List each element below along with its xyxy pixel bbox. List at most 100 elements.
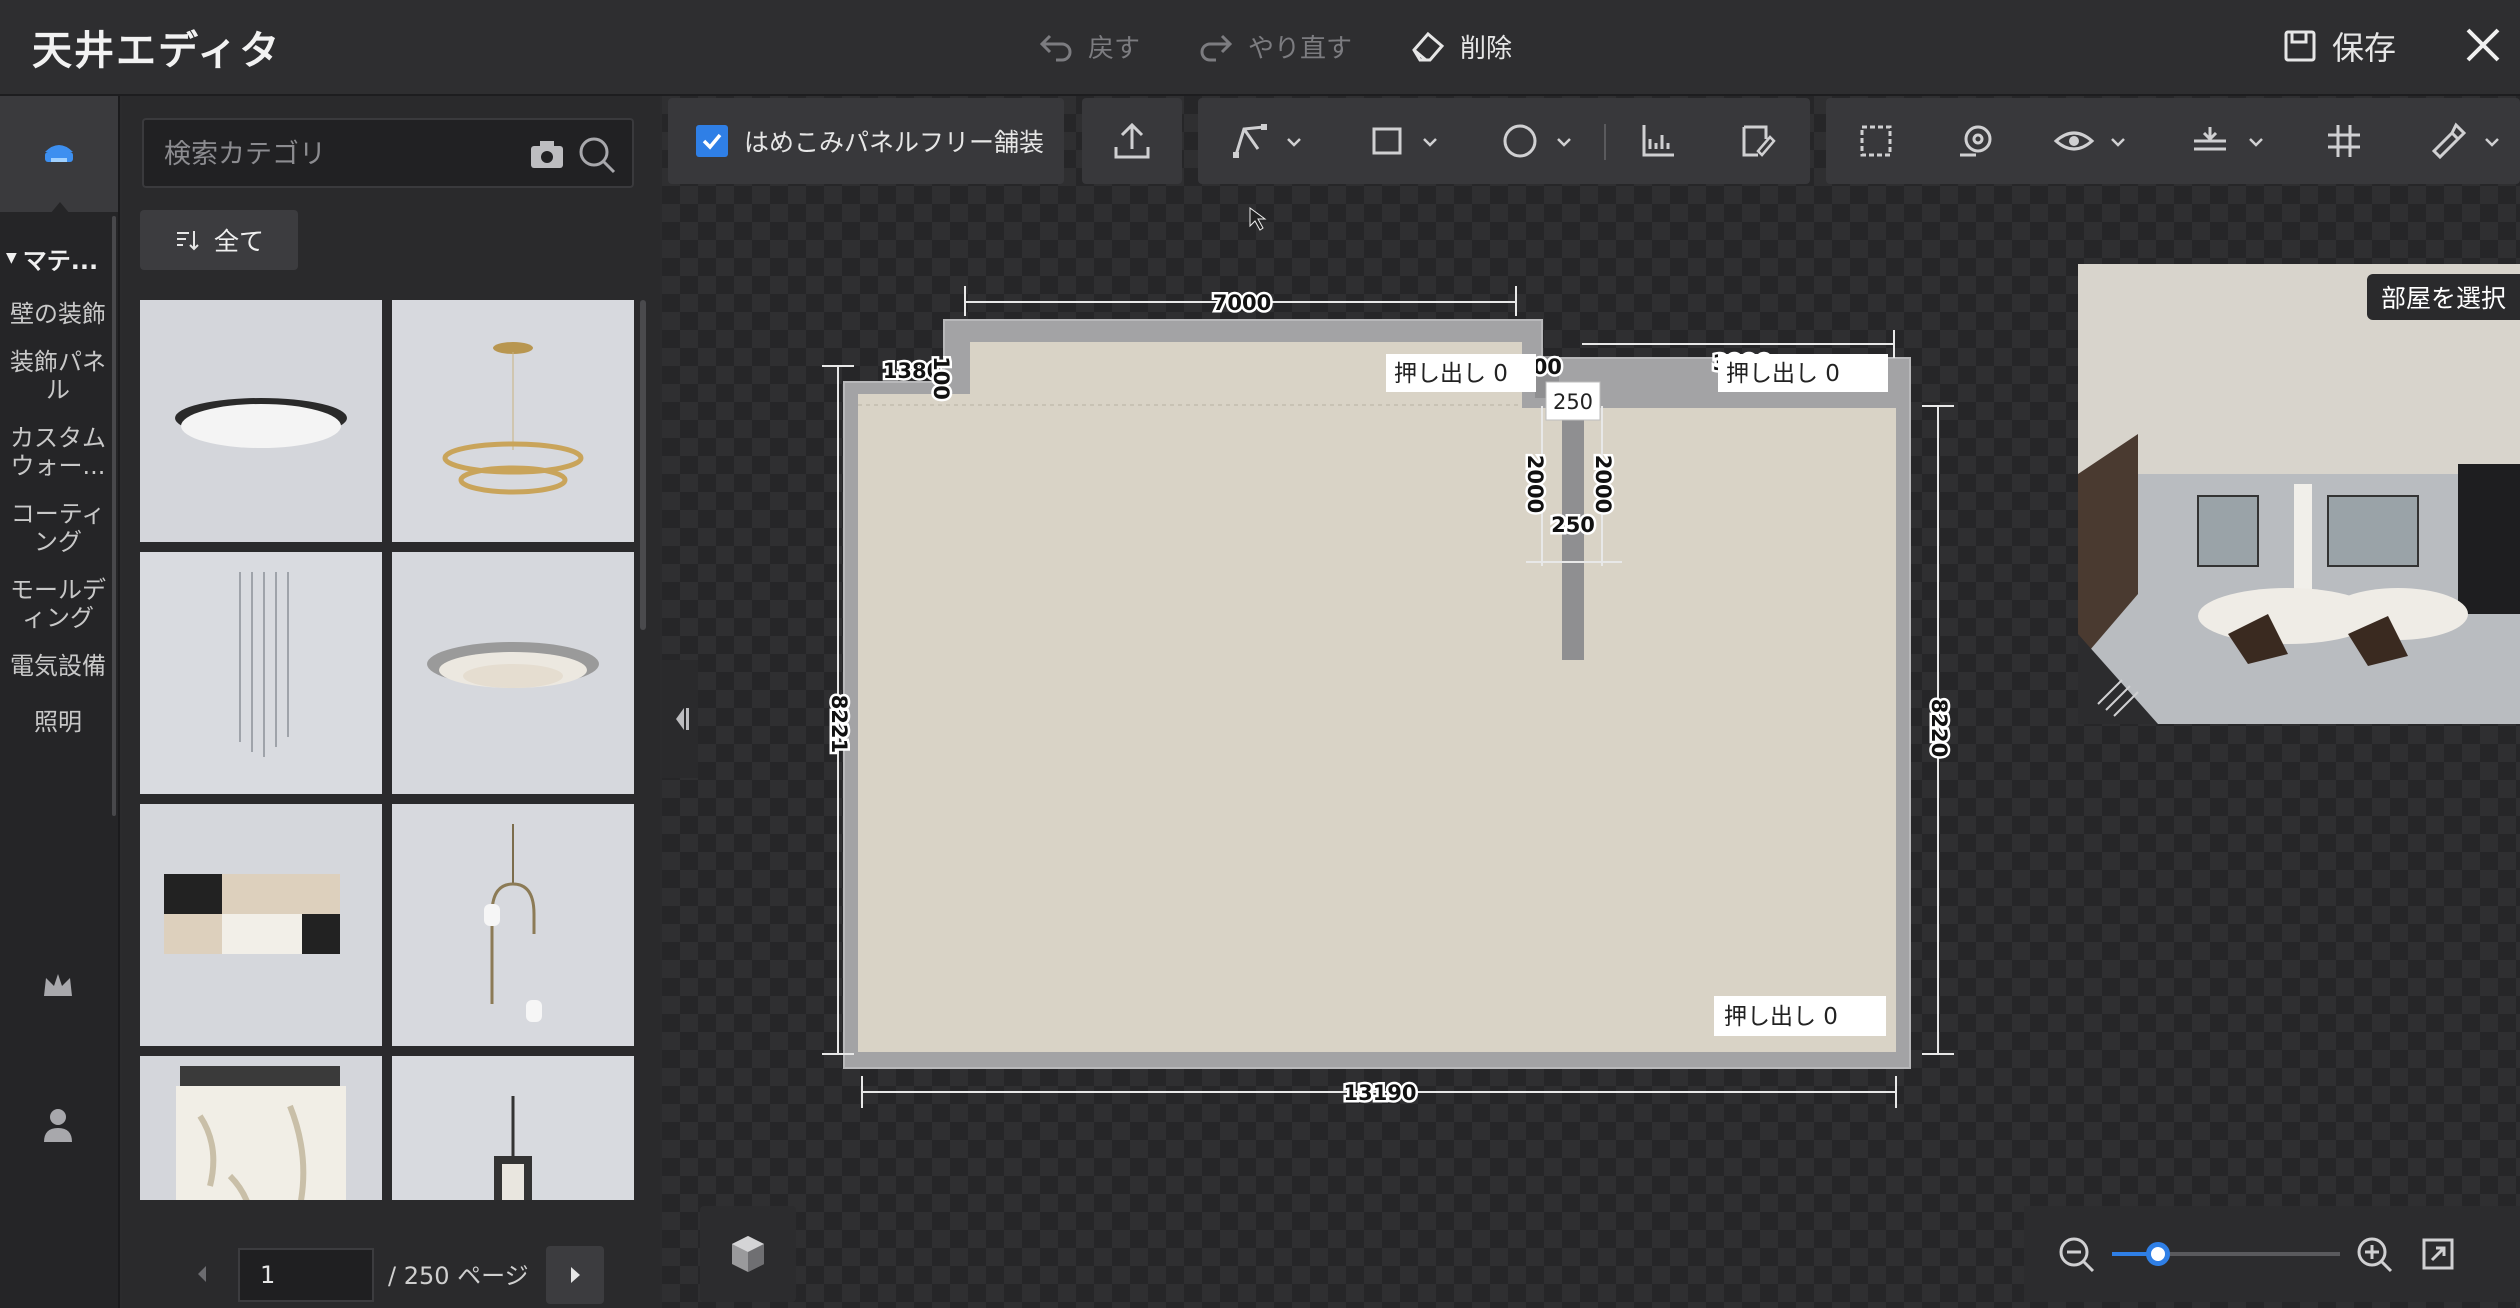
sidebar-item-molding[interactable]: モールディング	[0, 576, 116, 632]
chevron-down-icon[interactable]	[1420, 132, 1440, 152]
search-icon[interactable]	[576, 134, 618, 176]
catalog-item[interactable]	[140, 804, 382, 1046]
ceiling-area[interactable]	[858, 342, 1896, 1052]
dim-column-right: 2000	[1591, 455, 1615, 513]
sidebar-item-wall-decor[interactable]: 壁の装飾	[0, 300, 116, 328]
room-render-image	[2078, 264, 2520, 724]
fit-screen-icon[interactable]	[2420, 1236, 2456, 1272]
flush-ceiling-light-icon	[140, 300, 382, 542]
page-number-input[interactable]	[238, 1248, 374, 1302]
tools-icon[interactable]	[2426, 119, 2470, 163]
undo-icon	[1039, 34, 1072, 62]
save-icon	[2284, 30, 2316, 62]
chevron-down-icon[interactable]	[2246, 132, 2266, 152]
level-icon[interactable]	[2188, 119, 2232, 163]
chevron-down-icon[interactable]	[1554, 132, 1574, 152]
chevron-down-icon[interactable]	[2482, 132, 2502, 152]
dim-right: 8220	[1927, 699, 1951, 757]
eraser-icon	[1412, 31, 1445, 62]
collapse-left-icon	[676, 708, 689, 730]
user-icon[interactable]	[38, 1104, 78, 1144]
paving-checkbox[interactable]	[696, 125, 728, 157]
rail-materials-tab[interactable]	[0, 96, 118, 214]
view-tools	[1826, 98, 2520, 184]
extrusion-label[interactable]: 押し出し 0	[1714, 996, 1886, 1036]
ceiling-lamp-icon	[45, 145, 73, 162]
catalog-scrollbar[interactable]	[640, 300, 646, 630]
catalog-item[interactable]	[392, 1056, 634, 1200]
close-icon[interactable]	[2460, 22, 2506, 68]
zoom-out-icon[interactable]	[2056, 1234, 2096, 1274]
search-input[interactable]	[164, 132, 484, 176]
sort-icon	[176, 231, 199, 251]
prev-page-icon[interactable]	[182, 1254, 222, 1294]
align-ruler-icon[interactable]	[1636, 119, 1680, 163]
save-button[interactable]: 保存	[2280, 22, 2396, 70]
extrusion-text: 押し出し 0	[1726, 361, 1840, 387]
rail-scrollbar[interactable]	[112, 216, 116, 816]
catalog-panel: 全て / 250 ページ	[122, 96, 660, 1308]
zoom-slider[interactable]	[2112, 1242, 2340, 1266]
sidebar-item-lighting[interactable]: 照明	[0, 708, 116, 736]
search-box	[142, 118, 634, 188]
catalog-grid	[140, 300, 646, 1200]
dim-bottom: 13190	[1343, 1081, 1416, 1105]
collapse-panel-button[interactable]	[662, 660, 698, 778]
extrusion-label[interactable]: 押し出し 0	[1386, 354, 1536, 392]
next-page-button[interactable]	[546, 1246, 604, 1304]
delete-button[interactable]: 削除	[1408, 22, 1512, 70]
circle-icon[interactable]	[1498, 119, 1542, 163]
chevron-down-icon[interactable]	[1284, 132, 1304, 152]
sidebar-item-decor-panel[interactable]: 装飾パネル	[0, 348, 116, 404]
redo-button[interactable]: やり直す	[1196, 22, 1352, 70]
undo-label: 戻す	[1088, 33, 1141, 64]
category-header[interactable]: ▼ マテ...	[0, 230, 116, 286]
sidebar-item-coating[interactable]: コーティング	[0, 500, 116, 556]
square-ceiling-light-icon	[140, 804, 382, 1046]
upload-icon[interactable]	[1110, 119, 1154, 163]
paving-toggle[interactable]: はめこみパネルフリー舗装	[668, 98, 1064, 184]
undo-button[interactable]: 戻す	[1036, 22, 1140, 70]
room-preview[interactable]: 部屋を選択	[2078, 264, 2520, 724]
select-room-button[interactable]: 部屋を選択	[2366, 274, 2520, 320]
category-header-label: マテ...	[22, 246, 99, 275]
zoom-slider-thumb[interactable]	[2145, 1242, 2170, 1266]
pen-path-icon[interactable]	[1228, 119, 1272, 163]
round-ceiling-light-icon	[392, 552, 634, 794]
dim-top: 7000	[1213, 291, 1271, 315]
extrusion-text: 押し出し 0	[1724, 1004, 1838, 1030]
sidebar-item-electrical[interactable]: 電気設備	[0, 652, 116, 680]
filter-all-button[interactable]: 全て	[140, 210, 298, 270]
sidebar-item-custom-wall[interactable]: カスタムウォー...	[0, 424, 116, 480]
extrusion-text: 押し出し 0	[1394, 361, 1508, 387]
dim-column-left: 2000	[1523, 455, 1547, 513]
catalog-item[interactable]	[392, 552, 634, 794]
view-3d-button[interactable]	[700, 1206, 796, 1302]
eye-icon[interactable]	[2052, 119, 2096, 163]
left-rail: ▼ マテ... 壁の装飾 装飾パネル カスタムウォー... コーティング モール…	[0, 96, 120, 1308]
column-height-value: 250	[1553, 390, 1593, 414]
chevron-down-icon[interactable]	[2108, 132, 2128, 152]
zoom-controls	[2024, 1206, 2520, 1302]
catalog-item[interactable]	[140, 552, 382, 794]
camera-icon[interactable]	[528, 136, 566, 174]
save-label: 保存	[2332, 29, 2397, 67]
select-area-icon[interactable]	[1854, 119, 1898, 163]
delete-label: 削除	[1460, 33, 1513, 64]
extrusion-label[interactable]: 押し出し 0	[1718, 354, 1888, 392]
pagination: / 250 ページ	[122, 1242, 660, 1306]
catalog-item[interactable]	[392, 300, 634, 542]
catalog-item[interactable]	[140, 1056, 382, 1200]
crown-icon[interactable]	[38, 966, 78, 1006]
grid-icon[interactable]	[2322, 119, 2366, 163]
locate-icon[interactable]	[1954, 119, 1998, 163]
crystal-pendant-icon	[140, 552, 382, 794]
rectangle-icon[interactable]	[1366, 119, 1410, 163]
lantern-chandelier-icon	[392, 1056, 634, 1200]
cursor-icon	[1249, 207, 1267, 231]
edit-panel-icon[interactable]	[1736, 119, 1780, 163]
catalog-item[interactable]	[392, 804, 634, 1046]
app-title: 天井エディタ	[32, 28, 282, 74]
catalog-item[interactable]	[140, 300, 382, 542]
zoom-in-icon[interactable]	[2354, 1234, 2394, 1274]
